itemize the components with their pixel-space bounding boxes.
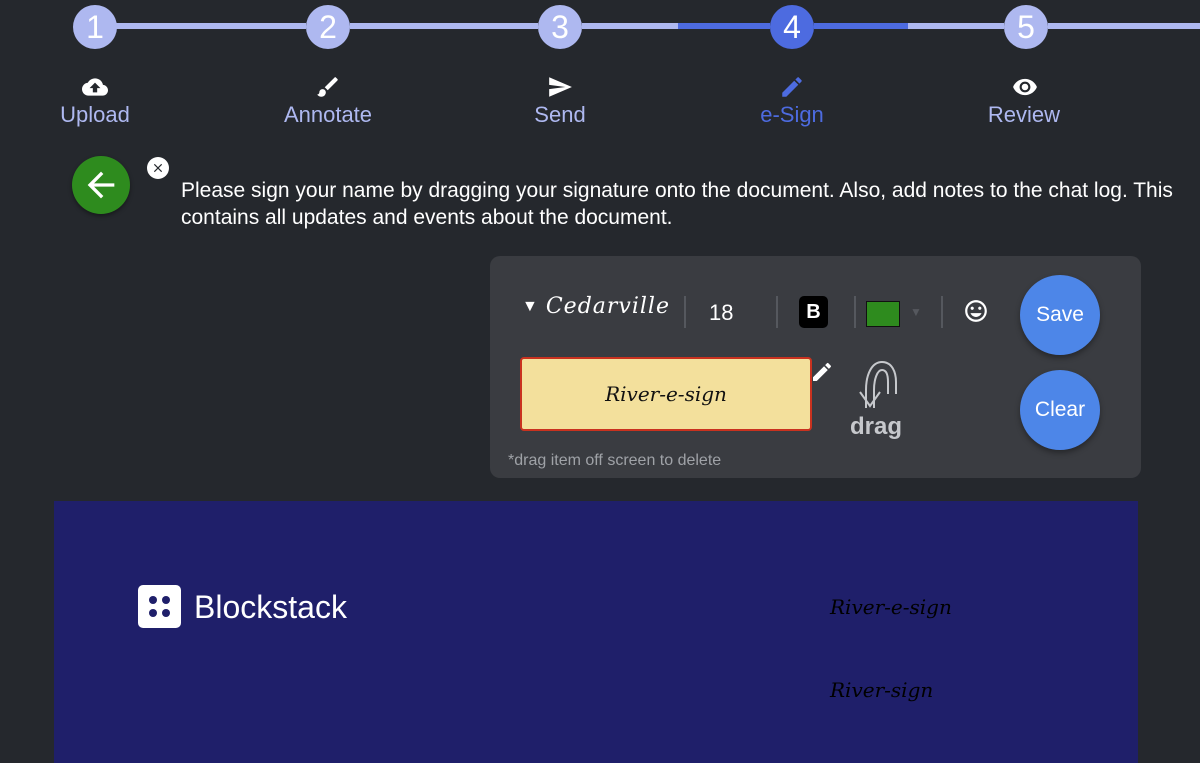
eye-icon	[1013, 78, 1037, 96]
pencil-icon	[782, 77, 802, 97]
document-brand: Blockstack	[194, 589, 347, 625]
step-label-esign[interactable]: e-Sign	[692, 102, 892, 128]
edit-signature-icon[interactable]	[810, 360, 834, 384]
drag-arrow-icon	[859, 360, 897, 408]
signature-text: River-e-sign	[605, 382, 727, 406]
font-size-input[interactable]: 18	[709, 300, 733, 326]
emoji-icon[interactable]	[963, 298, 989, 324]
step-connector-1-2	[116, 23, 306, 29]
progress-stepper: 1 Upload 2 Annotate 3 Send 4 e-Sign 5 Re…	[0, 0, 1200, 140]
step-number: 2	[319, 8, 337, 45]
step-5-circle[interactable]: 5	[1004, 5, 1048, 49]
upload-cloud-icon	[82, 78, 108, 96]
clear-button[interactable]: Clear	[1020, 370, 1100, 450]
toolbar-divider	[941, 296, 943, 328]
step-number: 1	[86, 8, 104, 45]
step-connector-3-4-active	[678, 23, 770, 29]
close-icon	[153, 163, 163, 173]
color-picker[interactable]	[866, 301, 900, 327]
placed-signature[interactable]: River-e-sign	[830, 595, 952, 619]
caret-down-icon: ▼	[522, 297, 538, 315]
font-selector[interactable]: ▼ Cedarville	[522, 294, 670, 319]
step-1-circle[interactable]: 1	[73, 5, 117, 49]
step-connector-4-5	[908, 23, 1004, 29]
bold-button[interactable]: B	[799, 296, 828, 328]
drag-label: drag	[850, 413, 903, 440]
font-name: Cedarville	[545, 294, 670, 319]
color-caret-icon[interactable]: ▼	[910, 305, 922, 319]
step-label-review[interactable]: Review	[924, 102, 1124, 128]
placed-signature[interactable]: River-sign	[830, 678, 933, 702]
step-connector-3-4	[582, 23, 678, 29]
save-button[interactable]: Save	[1020, 275, 1100, 355]
step-label-send[interactable]: Send	[460, 102, 660, 128]
toolbar-divider	[684, 296, 686, 328]
step-2-circle[interactable]: 2	[306, 5, 350, 49]
step-connector-5-end	[1048, 23, 1200, 29]
brush-icon	[317, 77, 338, 97]
step-3-circle[interactable]: 3	[538, 5, 582, 49]
close-instruction-button[interactable]	[147, 157, 169, 179]
delete-hint: *drag item off screen to delete	[508, 452, 722, 469]
toolbar-divider	[854, 296, 856, 328]
step-number: 4	[783, 8, 801, 45]
instruction-text: Please sign your name by dragging your s…	[181, 179, 1173, 229]
step-label-upload[interactable]: Upload	[0, 102, 195, 128]
draggable-signature[interactable]: River-e-sign	[520, 357, 812, 431]
step-connector-2-3	[350, 23, 538, 29]
step-number: 5	[1017, 8, 1035, 45]
blockstack-logo-icon	[138, 585, 181, 628]
back-button[interactable]	[72, 156, 130, 214]
toolbar-divider	[776, 296, 778, 328]
document-preview[interactable]: Blockstack River-e-sign River-sign	[54, 501, 1138, 763]
step-4-circle-active[interactable]: 4	[770, 5, 814, 49]
arrow-left-icon	[87, 171, 115, 199]
step-connector-4-5-active	[814, 23, 908, 29]
send-icon	[549, 77, 572, 97]
signature-toolbar-panel: ▼ Cedarville 18 B ▼ Save Clear River-e-s…	[490, 256, 1141, 478]
step-number: 3	[551, 8, 569, 45]
step-label-annotate[interactable]: Annotate	[228, 102, 428, 128]
